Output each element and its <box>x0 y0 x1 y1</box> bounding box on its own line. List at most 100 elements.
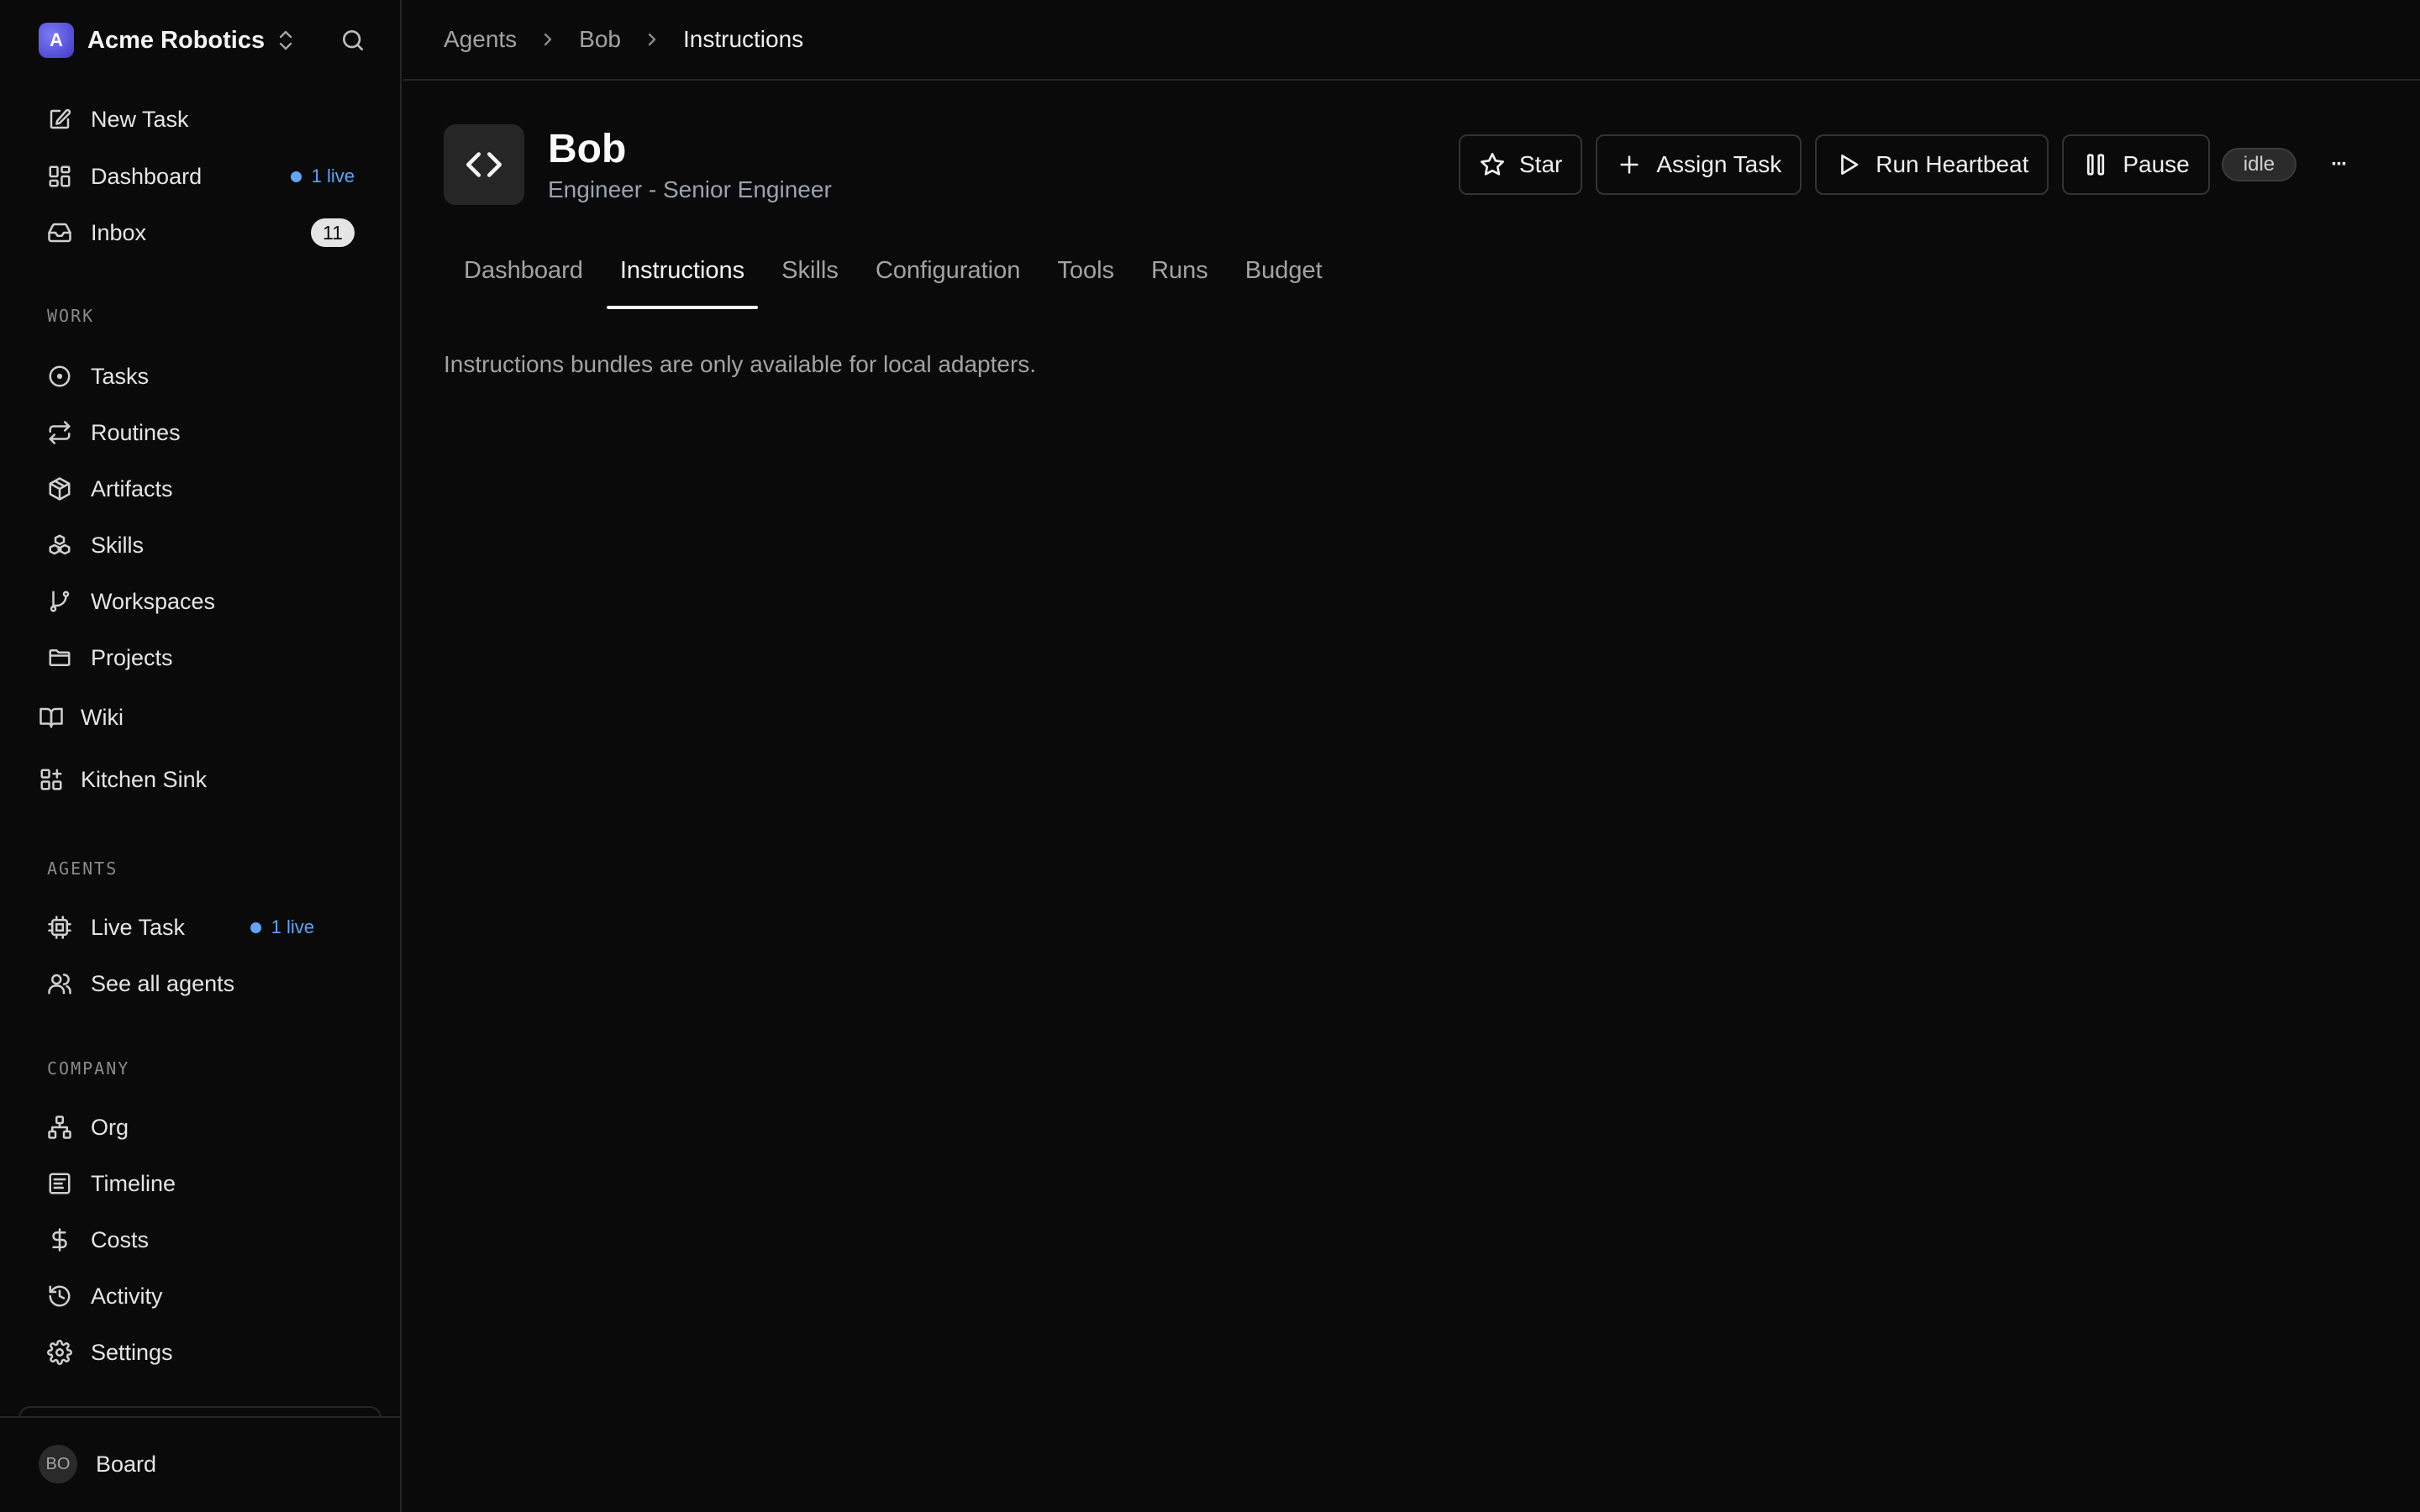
more-options-label: ··· <box>2331 153 2348 176</box>
users-icon <box>47 971 72 996</box>
pause-icon <box>2082 151 2109 178</box>
sidebar-item-label: Activity <box>91 1283 163 1309</box>
circle-dot-icon <box>47 364 72 389</box>
gear-icon <box>47 1340 72 1365</box>
box-icon <box>47 476 72 501</box>
play-icon <box>1835 151 1862 178</box>
sidebar-item-dashboard[interactable]: Dashboard 1 live <box>47 158 366 195</box>
live-text: 1 live <box>311 165 355 186</box>
sidebar-item-new-task[interactable]: New Task <box>47 101 366 138</box>
sidebar-item-label: See all agents <box>91 970 235 996</box>
star-icon <box>1479 151 1506 178</box>
live-indicator: 1 live <box>250 916 314 938</box>
plus-icon <box>1616 151 1643 178</box>
sidebar-item-org[interactable]: Org <box>47 1109 366 1146</box>
inbox-icon <box>47 220 72 245</box>
sidebar-item-wiki[interactable]: Wiki <box>39 699 358 736</box>
git-branch-icon <box>47 589 72 614</box>
boxes-icon <box>47 533 72 558</box>
tab-instructions[interactable]: Instructions <box>606 257 759 309</box>
agent-tabs: Dashboard Instructions Skills Configurat… <box>450 257 1346 309</box>
section-label-agents: AGENTS <box>47 858 118 879</box>
run-heartbeat-button[interactable]: Run Heartbeat <box>1815 134 2049 195</box>
chevron-up-down-icon <box>276 29 295 51</box>
tab-tools[interactable]: Tools <box>1044 257 1128 309</box>
org-chart-icon <box>47 1115 72 1140</box>
agent-actions: Star Assign Task Run Heartbeat Pause idl… <box>1459 134 2355 195</box>
section-label-work: WORK <box>47 306 95 326</box>
live-dot <box>290 171 302 182</box>
sidebar-item-inbox[interactable]: Inbox 11 <box>47 214 366 251</box>
sidebar-item-kitchen-sink[interactable]: Kitchen Sink <box>39 761 358 798</box>
breadcrumb: Agents Bob Instructions <box>403 0 2420 81</box>
sidebar-item-label: Kitchen Sink <box>81 766 208 792</box>
sidebar-item-label: Live Task <box>91 914 186 940</box>
section-label-company: COMPANY <box>47 1058 130 1079</box>
page-title: Bob <box>548 127 627 171</box>
chevron-right-icon <box>644 30 660 49</box>
breadcrumb-agents[interactable]: Agents <box>444 26 517 53</box>
sidebar-item-artifacts[interactable]: Artifacts <box>47 470 366 507</box>
tab-budget[interactable]: Budget <box>1232 257 1336 309</box>
assign-task-button[interactable]: Assign Task <box>1596 134 1802 195</box>
sidebar-item-tasks[interactable]: Tasks <box>47 358 366 395</box>
empty-state-message: Instructions bundles are only available … <box>444 351 1037 377</box>
breadcrumb-bob[interactable]: Bob <box>579 26 621 53</box>
repeat-icon <box>47 420 72 445</box>
sidebar-item-label: Costs <box>91 1226 150 1252</box>
sidebar-item-label: Wiki <box>81 704 124 730</box>
tab-runs[interactable]: Runs <box>1138 257 1222 309</box>
sidebar-item-settings[interactable]: Settings <box>47 1334 366 1371</box>
assign-task-label: Assign Task <box>1656 151 1782 177</box>
tab-dashboard[interactable]: Dashboard <box>450 257 597 309</box>
board-user-menu[interactable]: BO Board <box>39 1445 156 1483</box>
sidebar-item-projects[interactable]: Projects <box>47 639 366 676</box>
sidebar-item-workspaces[interactable]: Workspaces <box>47 583 366 620</box>
sidebar-item-label: Timeline <box>91 1170 176 1196</box>
folder-icon <box>47 645 72 670</box>
sidebar-item-label: New Task <box>91 106 189 132</box>
pause-button[interactable]: Pause <box>2062 134 2210 195</box>
search-icon[interactable] <box>338 25 368 55</box>
sidebar-item-label: Artifacts <box>91 475 173 501</box>
inbox-count-badge: 11 <box>311 218 355 247</box>
star-button[interactable]: Star <box>1459 134 1583 195</box>
code-icon <box>444 124 524 205</box>
sidebar-item-label: Dashboard <box>91 163 203 189</box>
sidebar-item-label: Org <box>91 1114 129 1140</box>
sidebar-item-label: Projects <box>91 644 173 670</box>
sidebar-item-label: Skills <box>91 532 145 558</box>
dollar-icon <box>47 1227 72 1252</box>
sidebar-item-timeline[interactable]: Timeline <box>47 1165 366 1202</box>
avatar: BO <box>39 1445 77 1483</box>
timeline-icon <box>47 1171 72 1196</box>
live-dot <box>250 921 261 933</box>
live-indicator: 1 live <box>290 165 355 187</box>
dashboard-grid-icon <box>47 164 72 189</box>
pause-label: Pause <box>2123 151 2190 177</box>
sidebar-item-activity[interactable]: Activity <box>47 1278 366 1315</box>
pencil-square-icon <box>47 107 72 132</box>
tab-configuration[interactable]: Configuration <box>862 257 1034 309</box>
grid-plus-icon <box>39 767 64 792</box>
sidebar-item-skills[interactable]: Skills <box>47 527 366 564</box>
run-heartbeat-label: Run Heartbeat <box>1876 151 2029 177</box>
board-label: Board <box>96 1451 157 1477</box>
sidebar-item-routines[interactable]: Routines <box>47 414 366 451</box>
company-logo: A <box>39 23 74 58</box>
sidebar-item-see-all-agents[interactable]: See all agents <box>47 965 366 1002</box>
tab-skills[interactable]: Skills <box>768 257 852 309</box>
cpu-icon <box>47 915 72 940</box>
book-icon <box>39 705 64 730</box>
agent-header: Bob Engineer - Senior Engineer <box>444 124 832 205</box>
company-switcher[interactable]: A Acme Robotics <box>39 22 368 59</box>
more-options-icon[interactable]: ··· <box>2322 148 2355 181</box>
company-name: Acme Robotics <box>87 26 266 54</box>
sidebar-item-live-task[interactable]: Live Task 1 live <box>47 909 366 946</box>
agent-role: Engineer - Senior Engineer <box>548 176 832 202</box>
sidebar-item-costs[interactable]: Costs <box>47 1221 366 1258</box>
sidebar-item-label: Inbox <box>91 219 147 245</box>
status-badge: idle <box>2221 148 2297 181</box>
sidebar-item-label: Settings <box>91 1339 173 1365</box>
star-label: Star <box>1519 151 1563 177</box>
